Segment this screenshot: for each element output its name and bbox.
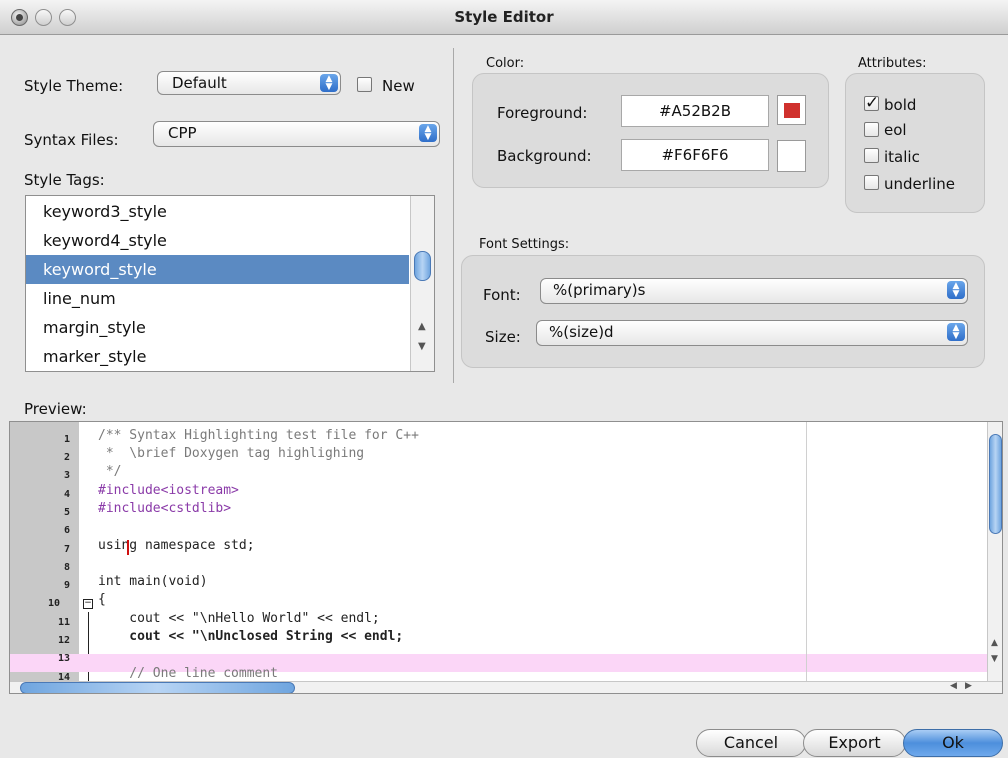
edge-line (806, 422, 807, 682)
style-tags-list[interactable]: keyword3_style keyword4_style keyword_st… (25, 195, 435, 372)
code-line: using namespace std; (98, 538, 255, 553)
code-line: { (98, 592, 106, 607)
style-theme-label: Style Theme: (24, 77, 124, 95)
list-item[interactable]: margin_style (26, 313, 409, 342)
eol-checkbox[interactable] (864, 122, 879, 137)
scroll-down-icon[interactable]: ▼ (991, 654, 998, 664)
line-number: 10 (47, 598, 60, 609)
syntax-files-label: Syntax Files: (24, 131, 119, 149)
foreground-label: Foreground: (497, 104, 588, 122)
code-line: #include<iostream> (98, 483, 239, 498)
line-number: 11 (57, 617, 70, 628)
foreground-swatch-button[interactable] (777, 95, 806, 125)
line-number: 12 (57, 635, 70, 646)
new-theme-label: New (382, 77, 415, 95)
background-swatch-button[interactable] (777, 140, 806, 172)
font-label: Font: (483, 286, 521, 304)
popup-arrows-icon: ▲ ▼ (947, 281, 965, 299)
code-line: cout << "\nUnclosed String << endl; (98, 629, 404, 644)
bold-checkbox[interactable]: ✓ (864, 95, 879, 112)
editor-vertical-scrollbar[interactable]: ▲ ▼ (987, 422, 1002, 682)
scroll-up-icon[interactable]: ▲ (418, 321, 426, 332)
size-value: %(size)d (549, 323, 614, 341)
scroll-thumb[interactable] (414, 251, 431, 281)
code-line: #include<cstdlib> (98, 501, 232, 516)
list-item[interactable]: keyword4_style (26, 226, 409, 255)
background-label: Background: (497, 147, 592, 165)
preview-editor[interactable]: − 1 2 3 4 5 6 7 8 9 10 11 12 13 14 /** S… (9, 421, 1003, 694)
style-theme-popup[interactable]: Default ▲ ▼ (157, 71, 341, 95)
preview-label: Preview: (24, 400, 87, 418)
line-number: 2 (63, 452, 70, 463)
font-settings-label: Font Settings: (479, 237, 570, 252)
line-number: 7 (63, 544, 70, 555)
style-theme-value: Default (172, 74, 227, 92)
syntax-files-value: CPP (168, 124, 197, 142)
style-tags-scrollbar[interactable]: ▲ ▼ (410, 196, 434, 371)
popup-arrows-icon: ▲ ▼ (419, 124, 437, 142)
color-group-label: Color: (486, 56, 525, 71)
list-item-selected[interactable]: keyword_style (26, 255, 409, 284)
line-number: 8 (63, 562, 70, 573)
style-tags-label: Style Tags: (24, 171, 105, 189)
underline-checkbox[interactable] (864, 175, 879, 190)
line-number: 5 (63, 507, 70, 518)
popup-arrows-icon: ▲ ▼ (947, 323, 965, 341)
size-popup[interactable]: %(size)d ▲ ▼ (536, 320, 968, 346)
code-line: cout << "\nHello World" << endl; (98, 611, 380, 626)
line-number: 9 (63, 580, 70, 591)
window-title: Style Editor (454, 8, 554, 26)
syntax-files-popup[interactable]: CPP ▲ ▼ (153, 121, 440, 147)
foreground-color-chip (784, 103, 800, 118)
foreground-field[interactable]: #A52B2B (621, 95, 769, 127)
eol-label: eol (884, 121, 907, 139)
font-popup[interactable]: %(primary)s ▲ ▼ (540, 278, 968, 304)
italic-label: italic (884, 148, 920, 166)
code-line: */ (98, 464, 122, 479)
fold-marker-icon[interactable]: − (83, 599, 93, 609)
line-number: 6 (63, 525, 70, 536)
code-line: /** Syntax Highlighting test file for C+… (98, 428, 419, 443)
cancel-button[interactable]: Cancel (696, 729, 806, 757)
bold-label: bold (884, 96, 917, 114)
new-theme-checkbox[interactable] (357, 77, 372, 92)
underline-label: underline (884, 175, 956, 193)
list-item[interactable]: marker_style (26, 342, 409, 371)
list-item[interactable]: line_num (26, 284, 409, 313)
font-settings-group (461, 255, 985, 368)
line-number: 1 (63, 434, 70, 445)
export-button[interactable]: Export (803, 729, 906, 757)
line-number: 3 (63, 470, 70, 481)
code-line: // One line comment (98, 666, 279, 681)
scroll-right-icon[interactable]: ▶ (965, 681, 972, 691)
background-field[interactable]: #F6F6F6 (621, 139, 769, 171)
scroll-left-icon[interactable]: ◀ (950, 681, 957, 691)
scroll-down-icon[interactable]: ▼ (418, 341, 426, 352)
editor-horizontal-scrollbar[interactable]: ◀ ▶ (10, 681, 1002, 693)
list-item[interactable]: keyword3_style (26, 197, 409, 226)
attributes-group-label: Attributes: (858, 56, 927, 71)
line-number: 13 (57, 653, 70, 664)
code-line: * \brief Doxygen tag highlighing (98, 446, 365, 461)
size-label: Size: (485, 328, 521, 346)
font-value: %(primary)s (553, 281, 646, 299)
scroll-up-icon[interactable]: ▲ (991, 638, 998, 648)
ok-button[interactable]: Ok (903, 729, 1003, 757)
scroll-thumb[interactable] (989, 434, 1002, 534)
code-line: int main(void) (98, 574, 208, 589)
text-caret (127, 540, 129, 555)
scroll-thumb[interactable] (20, 682, 295, 693)
italic-checkbox[interactable] (864, 148, 879, 163)
line-number: 4 (63, 489, 70, 500)
popup-arrows-icon: ▲ ▼ (320, 74, 338, 92)
divider (453, 48, 454, 383)
